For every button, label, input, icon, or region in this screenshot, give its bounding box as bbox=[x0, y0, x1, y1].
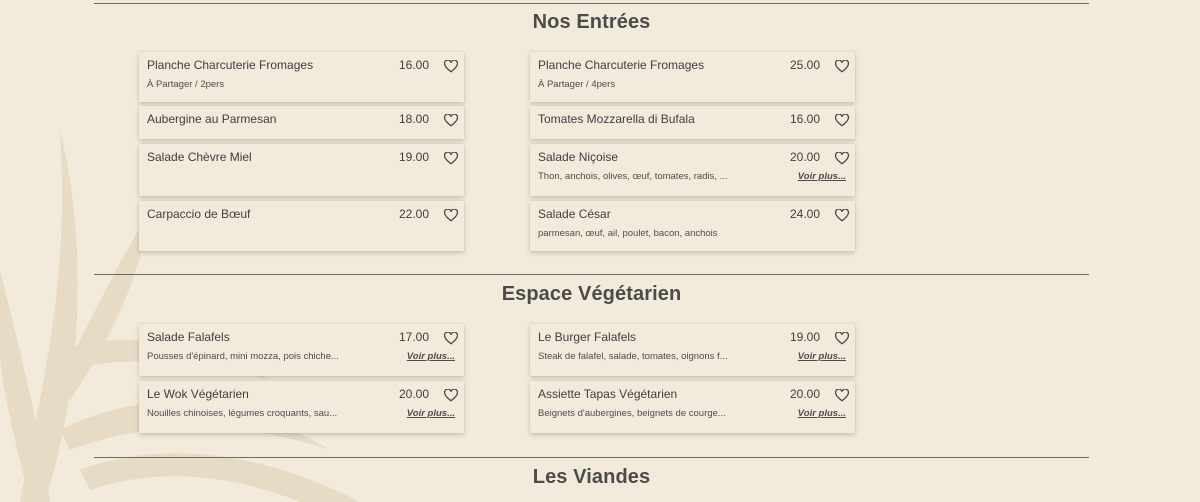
section-les-viandes: Les Viandes bbox=[94, 457, 1089, 489]
item-price: 25.00 bbox=[789, 58, 820, 72]
item-name: Carpaccio de Bœuf bbox=[147, 207, 251, 221]
item-name: Aubergine au Parmesan bbox=[147, 112, 277, 126]
heart-outline-icon[interactable] bbox=[835, 209, 849, 222]
see-more-link[interactable]: Voir plus... bbox=[798, 171, 846, 182]
see-more-link[interactable]: Voir plus... bbox=[407, 351, 455, 362]
menu-item-card[interactable]: Planche Charcuterie Fromages 25.00 À Par… bbox=[530, 52, 855, 102]
menu-item-card[interactable]: Salade Chèvre Miel 19.00 bbox=[139, 144, 464, 196]
item-description: Beignets d'aubergines, beignets de courg… bbox=[538, 408, 726, 419]
item-name: Salade César bbox=[538, 207, 611, 221]
item-price: 16.00 bbox=[789, 112, 820, 126]
heart-outline-icon[interactable] bbox=[444, 152, 458, 165]
item-description: Nouilles chinoises, légumes croquants, s… bbox=[147, 408, 338, 419]
item-description: Thon, anchois, olives, œuf, tomates, rad… bbox=[538, 171, 728, 182]
menu-item-card[interactable]: Assiette Tapas Végétarien 20.00 Beignets… bbox=[530, 381, 855, 433]
item-name: Planche Charcuterie Fromages bbox=[538, 58, 705, 72]
item-price: 17.00 bbox=[398, 330, 429, 344]
item-name: Salade Chèvre Miel bbox=[147, 150, 252, 164]
item-price: 20.00 bbox=[789, 150, 820, 164]
menu-item-card[interactable]: Salade Falafels 17.00 Pousses d'épinard,… bbox=[139, 324, 464, 376]
menu-item-card[interactable]: Planche Charcuterie Fromages 16.00 À Par… bbox=[139, 52, 464, 102]
section-divider bbox=[94, 274, 1089, 275]
heart-outline-icon[interactable] bbox=[444, 114, 458, 127]
item-name: Assiette Tapas Végétarien bbox=[538, 387, 678, 401]
menu-item-card[interactable]: Le Wok Végétarien 20.00 Nouilles chinois… bbox=[139, 381, 464, 433]
section-divider bbox=[94, 3, 1089, 4]
item-price: 19.00 bbox=[398, 150, 429, 164]
menu-item-card[interactable]: Le Burger Falafels 19.00 Steak de falafe… bbox=[530, 324, 855, 376]
section-divider bbox=[94, 457, 1089, 458]
see-more-link[interactable]: Voir plus... bbox=[798, 351, 846, 362]
item-price: 16.00 bbox=[398, 58, 429, 72]
heart-outline-icon[interactable] bbox=[835, 332, 849, 345]
menu-item-card[interactable]: Aubergine au Parmesan 18.00 bbox=[139, 106, 464, 139]
menu-item-card[interactable]: Salade Niçoise 20.00 Thon, anchois, oliv… bbox=[530, 144, 855, 196]
heart-outline-icon[interactable] bbox=[835, 60, 849, 73]
item-description: À Partager / 4pers bbox=[538, 79, 616, 90]
heart-outline-icon[interactable] bbox=[444, 332, 458, 345]
item-name: Le Burger Falafels bbox=[538, 330, 637, 344]
heart-outline-icon[interactable] bbox=[835, 152, 849, 165]
item-price: 22.00 bbox=[398, 207, 429, 221]
item-price: 18.00 bbox=[398, 112, 429, 126]
menu-item-card[interactable]: Carpaccio de Bœuf 22.00 bbox=[139, 201, 464, 251]
see-more-link[interactable]: Voir plus... bbox=[798, 408, 846, 419]
see-more-link[interactable]: Voir plus... bbox=[407, 408, 455, 419]
item-name: Salade Falafels bbox=[147, 330, 230, 344]
item-description: parmesan, œuf, ail, poulet, bacon, ancho… bbox=[538, 228, 718, 239]
heart-outline-icon[interactable] bbox=[835, 389, 849, 402]
item-name: Tomates Mozzarella di Bufala bbox=[538, 112, 695, 126]
item-description: À Partager / 2pers bbox=[147, 79, 225, 90]
item-price: 19.00 bbox=[789, 330, 820, 344]
item-description: Steak de falafel, salade, tomates, oigno… bbox=[538, 351, 728, 362]
heart-outline-icon[interactable] bbox=[835, 114, 849, 127]
section-nos-entrees: Nos Entrées bbox=[94, 3, 1089, 34]
heart-outline-icon[interactable] bbox=[444, 389, 458, 402]
item-description: Pousses d'épinard, mini mozza, pois chic… bbox=[147, 351, 339, 362]
menu-item-card[interactable]: Tomates Mozzarella di Bufala 16.00 bbox=[530, 106, 855, 139]
section-title: Espace Végétarien bbox=[501, 283, 682, 305]
item-name: Planche Charcuterie Fromages bbox=[147, 58, 314, 72]
section-title: Nos Entrées bbox=[532, 11, 651, 33]
section-title: Les Viandes bbox=[532, 466, 651, 488]
heart-outline-icon[interactable] bbox=[444, 60, 458, 73]
section-espace-vegetarien: Espace Végétarien bbox=[94, 274, 1089, 306]
item-name: Le Wok Végétarien bbox=[147, 387, 249, 401]
item-price: 24.00 bbox=[789, 207, 820, 221]
item-price: 20.00 bbox=[398, 387, 429, 401]
heart-outline-icon[interactable] bbox=[444, 209, 458, 222]
item-name: Salade Niçoise bbox=[538, 150, 619, 164]
menu-item-card[interactable]: Salade César 24.00 parmesan, œuf, ail, p… bbox=[530, 201, 855, 251]
item-price: 20.00 bbox=[789, 387, 820, 401]
